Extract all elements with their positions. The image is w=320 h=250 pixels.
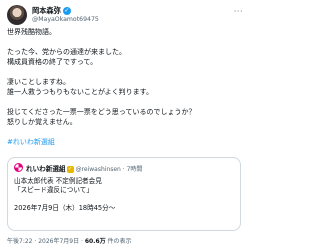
verified-badge-icon: ✓ — [66, 165, 74, 173]
quoted-author-name[interactable]: れいわ新選組 — [26, 165, 66, 173]
quoted-author[interactable]: れいわ新選組 ✓ @reiwashinsen · 7時間 — [26, 163, 142, 173]
verified-badge-icon: ✓ — [62, 7, 71, 15]
quoted-author-handle[interactable]: @reiwashinsen · 7時間 — [76, 166, 143, 173]
author-name[interactable]: 岡本森弥 ✓ — [32, 6, 71, 16]
tweet-line: 投じてくださった一票一票をどう思っているのでしょうか？ — [7, 108, 196, 116]
tweet-line: 構成員資格の終了ですって。 — [7, 58, 98, 66]
tweet-meta: 午後7:22 · 2026年7月9日 · 60.6万 件の表示 — [7, 236, 132, 245]
quoted-tweet-card[interactable]: れいわ新選組 ✓ @reiwashinsen · 7時間 山本太郎代表 不定例記者会… — [7, 157, 241, 231]
tweet-line: 怒りしか覚えません。 — [7, 118, 77, 126]
view-count: 60.6万 — [84, 238, 106, 245]
quoted-line: 山本太郎代表 不定例記者会見 — [14, 177, 102, 185]
tweet-line: たった今、党からの通達が来ました。 — [7, 48, 126, 56]
quoted-line: 2026年7月9日（木）18時45分～ — [14, 204, 116, 212]
tweet-header: 岡本森弥 ✓ @MayaOkamot69475 ··· — [7, 5, 243, 27]
reiwa-logo-icon — [14, 163, 23, 172]
view-label: 件の表示 — [105, 238, 132, 245]
quoted-tweet-text: 山本太郎代表 不定例記者会見 「スピード違反について」 2026年7月9日（木）… — [14, 177, 236, 213]
avatar[interactable] — [7, 5, 27, 25]
tweet-line: 凄いことしますね。 — [7, 78, 70, 86]
timestamp[interactable]: 午後7:22 · 2026年7月9日 · — [7, 238, 85, 245]
author-name-text[interactable]: 岡本森弥 — [32, 6, 61, 15]
quoted-tweet-header: れいわ新選組 ✓ @reiwashinsen · 7時間 — [14, 163, 236, 173]
more-options-icon[interactable]: ··· — [234, 7, 243, 16]
quoted-line: 「スピード違反について」 — [14, 186, 93, 194]
tweet-text: 世界残酷物語。 たった今、党からの通達が来ました。 構成員資格の終了ですって。 … — [7, 27, 243, 147]
tweet-line: 世界残酷物語。 — [7, 28, 56, 36]
author-handle[interactable]: @MayaOkamot69475 — [32, 16, 99, 23]
tweet-line: 誰一人救うつもりもないことがよく判ります。 — [7, 88, 153, 96]
hashtag-link[interactable]: #れいわ新選組 — [7, 137, 243, 147]
quoted-line — [14, 195, 236, 204]
